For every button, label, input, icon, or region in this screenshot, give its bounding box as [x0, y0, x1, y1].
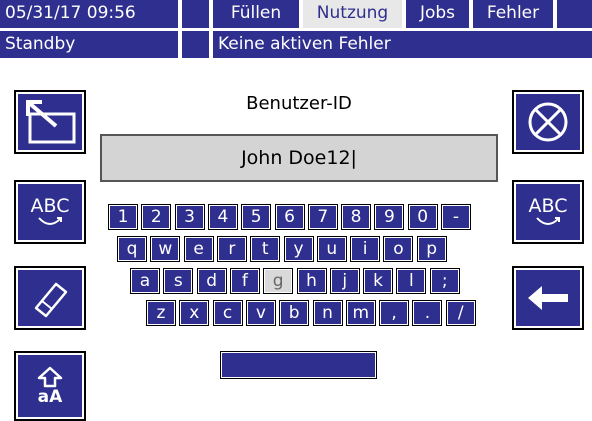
backspace-button[interactable] — [512, 266, 584, 330]
key-t[interactable]: t — [250, 236, 281, 262]
field-label: Benutzer-ID — [246, 93, 352, 114]
key-d[interactable]: d — [196, 268, 227, 294]
key-l[interactable]: l — [396, 268, 427, 294]
shift-label: aA — [37, 387, 63, 407]
key-1[interactable]: 1 — [108, 204, 138, 230]
key-v[interactable]: v — [245, 300, 276, 326]
tab-fehler[interactable]: Fehler — [473, 0, 553, 28]
header-right-blank — [557, 0, 592, 28]
abc-left-button[interactable]: ABC — [14, 180, 86, 244]
key-6[interactable]: 6 — [274, 204, 305, 230]
key-8[interactable]: 8 — [341, 204, 372, 230]
key-n[interactable]: n — [312, 300, 343, 326]
tab-nutzung[interactable]: Nutzung — [303, 0, 402, 28]
tab-fuellen[interactable]: Füllen — [213, 0, 299, 28]
key-u[interactable]: u — [316, 236, 347, 262]
key-s[interactable]: s — [163, 268, 194, 294]
key-j[interactable]: j — [329, 268, 360, 294]
abc-right-button[interactable]: ABC — [512, 180, 584, 244]
key-7[interactable]: 7 — [307, 204, 338, 230]
error-message: Keine aktiven Fehler — [213, 31, 592, 58]
abc-left-label: ABC — [30, 195, 70, 217]
key-w[interactable]: w — [150, 236, 181, 262]
shift-button[interactable]: aA — [14, 351, 86, 421]
key-o[interactable]: o — [383, 236, 414, 262]
key-f[interactable]: f — [229, 268, 260, 294]
key-a[interactable]: a — [130, 268, 160, 294]
key-h[interactable]: h — [296, 268, 327, 294]
abc-right-label: ABC — [528, 195, 568, 217]
header-blank-cell — [182, 0, 209, 28]
backspace-arrow-icon — [528, 286, 568, 310]
datetime-display: 05/31/17 09:56 — [0, 0, 178, 28]
cancel-button[interactable] — [512, 90, 584, 154]
key-2[interactable]: 2 — [141, 204, 172, 230]
key-r[interactable]: r — [216, 236, 247, 262]
key-k[interactable]: k — [363, 268, 394, 294]
key-5[interactable]: 5 — [241, 204, 272, 230]
abc-arrow-icon — [536, 217, 560, 225]
eraser-icon — [34, 282, 68, 318]
spacebar-key[interactable] — [220, 351, 377, 379]
key-c[interactable]: c — [212, 300, 243, 326]
tab-jobs[interactable]: Jobs — [406, 0, 469, 28]
key-;[interactable]: ; — [429, 268, 460, 294]
key-g[interactable]: g — [263, 268, 294, 294]
key-b[interactable]: b — [279, 300, 310, 326]
cancel-icon — [528, 102, 568, 142]
exit-button[interactable] — [14, 90, 86, 154]
key-/[interactable]: / — [445, 300, 476, 326]
key-,[interactable]: , — [379, 300, 410, 326]
key-m[interactable]: m — [345, 300, 376, 326]
key-x[interactable]: x — [179, 300, 210, 326]
shift-arrow-icon — [37, 366, 63, 388]
key-4[interactable]: 4 — [207, 204, 238, 230]
key-y[interactable]: y — [283, 236, 314, 262]
key-q[interactable]: q — [117, 236, 147, 262]
key-.[interactable]: . — [412, 300, 443, 326]
key-3[interactable]: 3 — [174, 204, 205, 230]
status-display: Standby — [0, 31, 178, 58]
key-9[interactable]: 9 — [374, 204, 405, 230]
key--[interactable]: - — [441, 204, 471, 230]
key-0[interactable]: 0 — [407, 204, 438, 230]
eraser-button[interactable] — [14, 266, 86, 330]
key-e[interactable]: e — [183, 236, 214, 262]
exit-icon — [26, 100, 76, 144]
user-id-input[interactable]: John Doe12| — [100, 134, 498, 182]
key-i[interactable]: i — [350, 236, 381, 262]
key-p[interactable]: p — [416, 236, 447, 262]
key-z[interactable]: z — [146, 300, 176, 326]
abc-arrow-icon — [38, 217, 62, 225]
status-blank-cell — [182, 31, 209, 58]
